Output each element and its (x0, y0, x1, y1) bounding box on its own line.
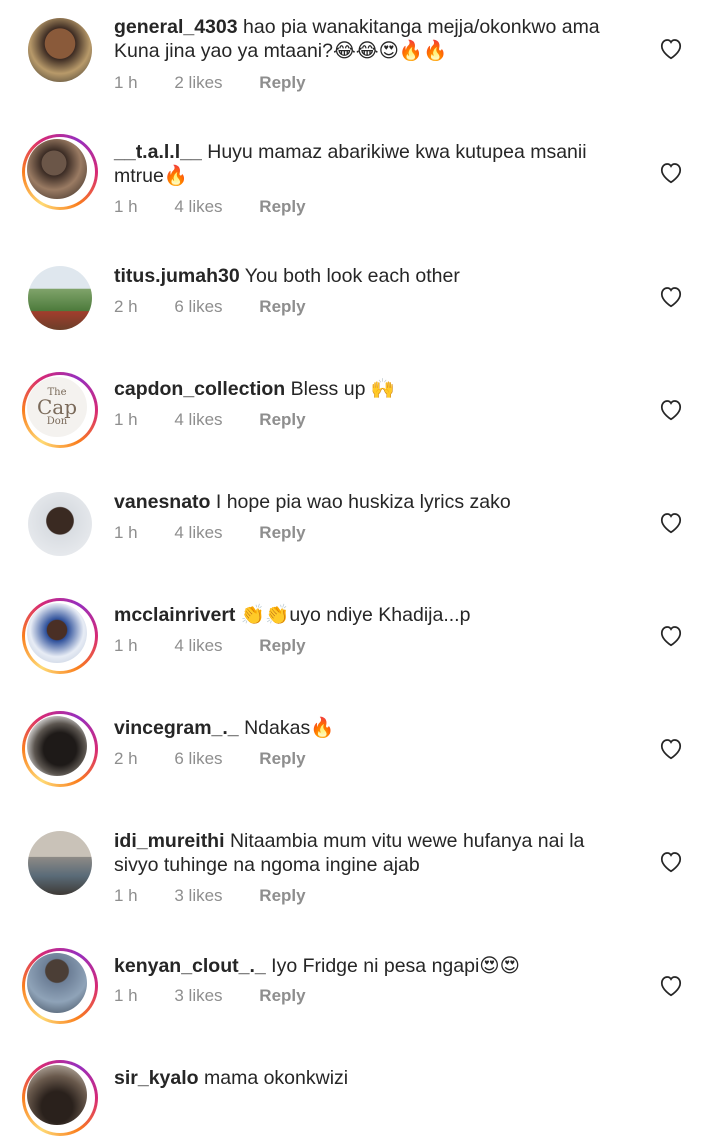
reply-button[interactable]: Reply (259, 197, 305, 217)
reply-button[interactable]: Reply (259, 73, 305, 93)
heart-outline-icon[interactable] (658, 397, 684, 421)
comment-likes[interactable]: 4 likes (174, 197, 222, 217)
comment-username[interactable]: sir_kyalo (114, 1067, 199, 1089)
comment-time: 2 h (114, 749, 138, 768)
comment-likes[interactable]: 4 likes (174, 636, 222, 656)
comment-text: I hope pia wao huskiza lyrics zako (215, 491, 511, 513)
avatar[interactable] (28, 266, 92, 330)
avatar[interactable] (28, 831, 92, 895)
comment-likes[interactable]: 6 likes (174, 297, 222, 317)
emoji-laugh-icon: 😂😂 (332, 40, 379, 62)
emoji-heart-eyes-icon: 😍 (378, 40, 399, 62)
heart-outline-icon[interactable] (658, 284, 684, 308)
reply-button[interactable]: Reply (259, 636, 305, 656)
comment-text: mama okonkwizi (203, 1067, 349, 1089)
emoji-fire-icon: 🔥 (310, 717, 335, 739)
heart-outline-icon[interactable] (658, 973, 684, 997)
comment-time: 1 h (114, 886, 138, 905)
avatar-logo-text: Don (46, 416, 68, 427)
emoji-fire-icon: 🔥 (163, 165, 189, 187)
comment-time: 1 h (114, 986, 138, 1005)
reply-button[interactable]: Reply (259, 410, 305, 430)
avatar[interactable] (22, 598, 98, 674)
comment-time: 1 h (114, 197, 138, 216)
avatar[interactable] (22, 1060, 98, 1136)
comment-likes[interactable]: 4 likes (174, 410, 222, 430)
heart-outline-icon[interactable] (658, 623, 684, 647)
reply-button[interactable]: Reply (259, 986, 305, 1006)
comment-time: 1 h (114, 523, 138, 542)
reply-button[interactable]: Reply (259, 886, 305, 906)
comment-likes[interactable]: 3 likes (174, 886, 222, 906)
avatar[interactable] (28, 492, 92, 556)
heart-outline-icon[interactable] (658, 510, 684, 534)
comment-username[interactable]: __t.a.l.l__ (114, 141, 202, 163)
comment-username[interactable]: mcclainrivert (114, 604, 235, 626)
emoji-clap-icon: 👏👏 (240, 604, 290, 626)
comment-text: Bless up (290, 378, 366, 400)
comment-username[interactable]: vanesnato (114, 491, 210, 513)
comment-username[interactable]: capdon_collection (114, 378, 285, 400)
reply-button[interactable]: Reply (259, 749, 305, 769)
comment-username[interactable]: idi_mureithi (114, 830, 225, 852)
comment-text: Iyo Fridge ni pesa ngapi (271, 955, 480, 977)
avatar-logo-text: Cap (36, 395, 78, 419)
emoji-heart-eyes-icon: 😍😍 (479, 955, 520, 977)
comment-text: You both look each other (244, 265, 460, 287)
avatar[interactable] (28, 18, 92, 82)
avatar[interactable] (22, 711, 98, 787)
comment-time: 2 h (114, 297, 138, 316)
heart-outline-icon[interactable] (658, 736, 684, 760)
comment-username[interactable]: vincegram_._ (114, 717, 239, 739)
comment-time: 1 h (114, 636, 138, 655)
comment-likes[interactable]: 3 likes (174, 986, 222, 1006)
comment-likes[interactable]: 4 likes (174, 523, 222, 543)
avatar[interactable] (22, 134, 98, 210)
comment-username[interactable]: titus.jumah30 (114, 265, 240, 287)
comment-username[interactable]: kenyan_clout_._ (114, 955, 266, 977)
comment-time: 1 h (114, 410, 138, 429)
comment-time: 1 h (114, 73, 138, 92)
reply-button[interactable]: Reply (259, 523, 305, 543)
avatar[interactable] (22, 948, 98, 1024)
emoji-pray-icon: 🙌 (370, 378, 396, 400)
comment-username[interactable]: general_4303 (114, 16, 238, 38)
comment-likes[interactable]: 6 likes (174, 749, 222, 769)
reply-button[interactable]: Reply (259, 297, 305, 317)
comment-text: uyo ndiye Khadija...p (289, 604, 471, 626)
comment-likes[interactable]: 2 likes (174, 73, 222, 93)
avatar[interactable]: The Cap Don (22, 372, 98, 448)
heart-outline-icon[interactable] (658, 36, 684, 60)
heart-outline-icon[interactable] (658, 849, 684, 873)
emoji-fire-icon: 🔥🔥 (398, 40, 448, 62)
heart-outline-icon[interactable] (658, 160, 684, 184)
comment-text: Ndakas (244, 717, 311, 739)
